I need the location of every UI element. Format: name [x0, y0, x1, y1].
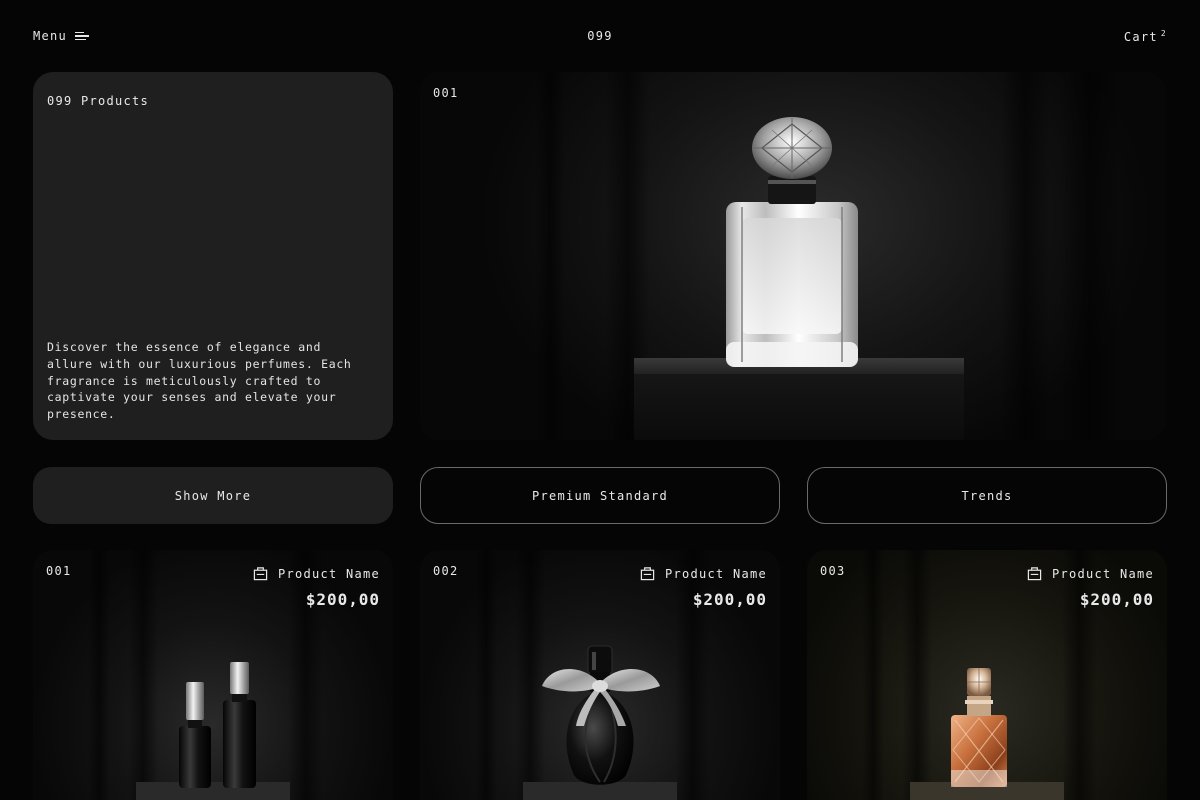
intro-title: 099 Products	[47, 94, 150, 108]
product-name: Product Name	[664, 566, 767, 581]
product-name: Product Name	[277, 566, 380, 581]
shopping-bag-icon	[1027, 567, 1042, 581]
product-image-black-bow-bottle	[523, 645, 677, 800]
hero-perfume-image	[634, 117, 964, 440]
product-card-001[interactable]: 001 Product Name $200,00	[33, 550, 393, 800]
premium-standard-button[interactable]: Premium Standard	[420, 467, 780, 524]
cart-label: Cart	[1123, 30, 1158, 44]
product-price: $200,00	[305, 590, 380, 609]
product-price: $200,00	[1079, 590, 1154, 609]
cart-count-badge: 2	[1160, 29, 1167, 38]
product-image-amber-crystal-bottle	[910, 668, 1064, 800]
show-more-button[interactable]: Show More	[33, 467, 393, 524]
trends-button[interactable]: Trends	[807, 467, 1167, 524]
cart-button[interactable]: Cart 2	[1124, 29, 1167, 44]
product-price: $200,00	[692, 590, 767, 609]
add-to-cart-button[interactable]: Product Name	[640, 566, 767, 581]
product-card-002[interactable]: 002 Product Name $200,00	[420, 550, 780, 800]
product-number: 003	[820, 564, 846, 578]
product-number: 002	[433, 564, 459, 578]
add-to-cart-button[interactable]: Product Name	[253, 566, 380, 581]
product-name: Product Name	[1051, 566, 1154, 581]
product-card-003[interactable]: 003 Product Name $200,00	[807, 550, 1167, 800]
add-to-cart-button[interactable]: Product Name	[1027, 566, 1154, 581]
intro-description: Discover the essence of elegance and all…	[47, 340, 352, 422]
shopping-bag-icon	[640, 567, 655, 581]
brand-logo[interactable]: 099	[0, 29, 1200, 43]
shopping-bag-icon	[253, 567, 268, 581]
hero-number: 001	[433, 86, 459, 100]
product-image-black-spray-bottles	[136, 662, 290, 800]
intro-card: 099 Products Discover the essence of ele…	[33, 72, 393, 440]
top-bar: Menu 099 Cart 2	[0, 0, 1200, 72]
product-number: 001	[46, 564, 72, 578]
hero-product-card[interactable]: 001	[420, 72, 1166, 440]
